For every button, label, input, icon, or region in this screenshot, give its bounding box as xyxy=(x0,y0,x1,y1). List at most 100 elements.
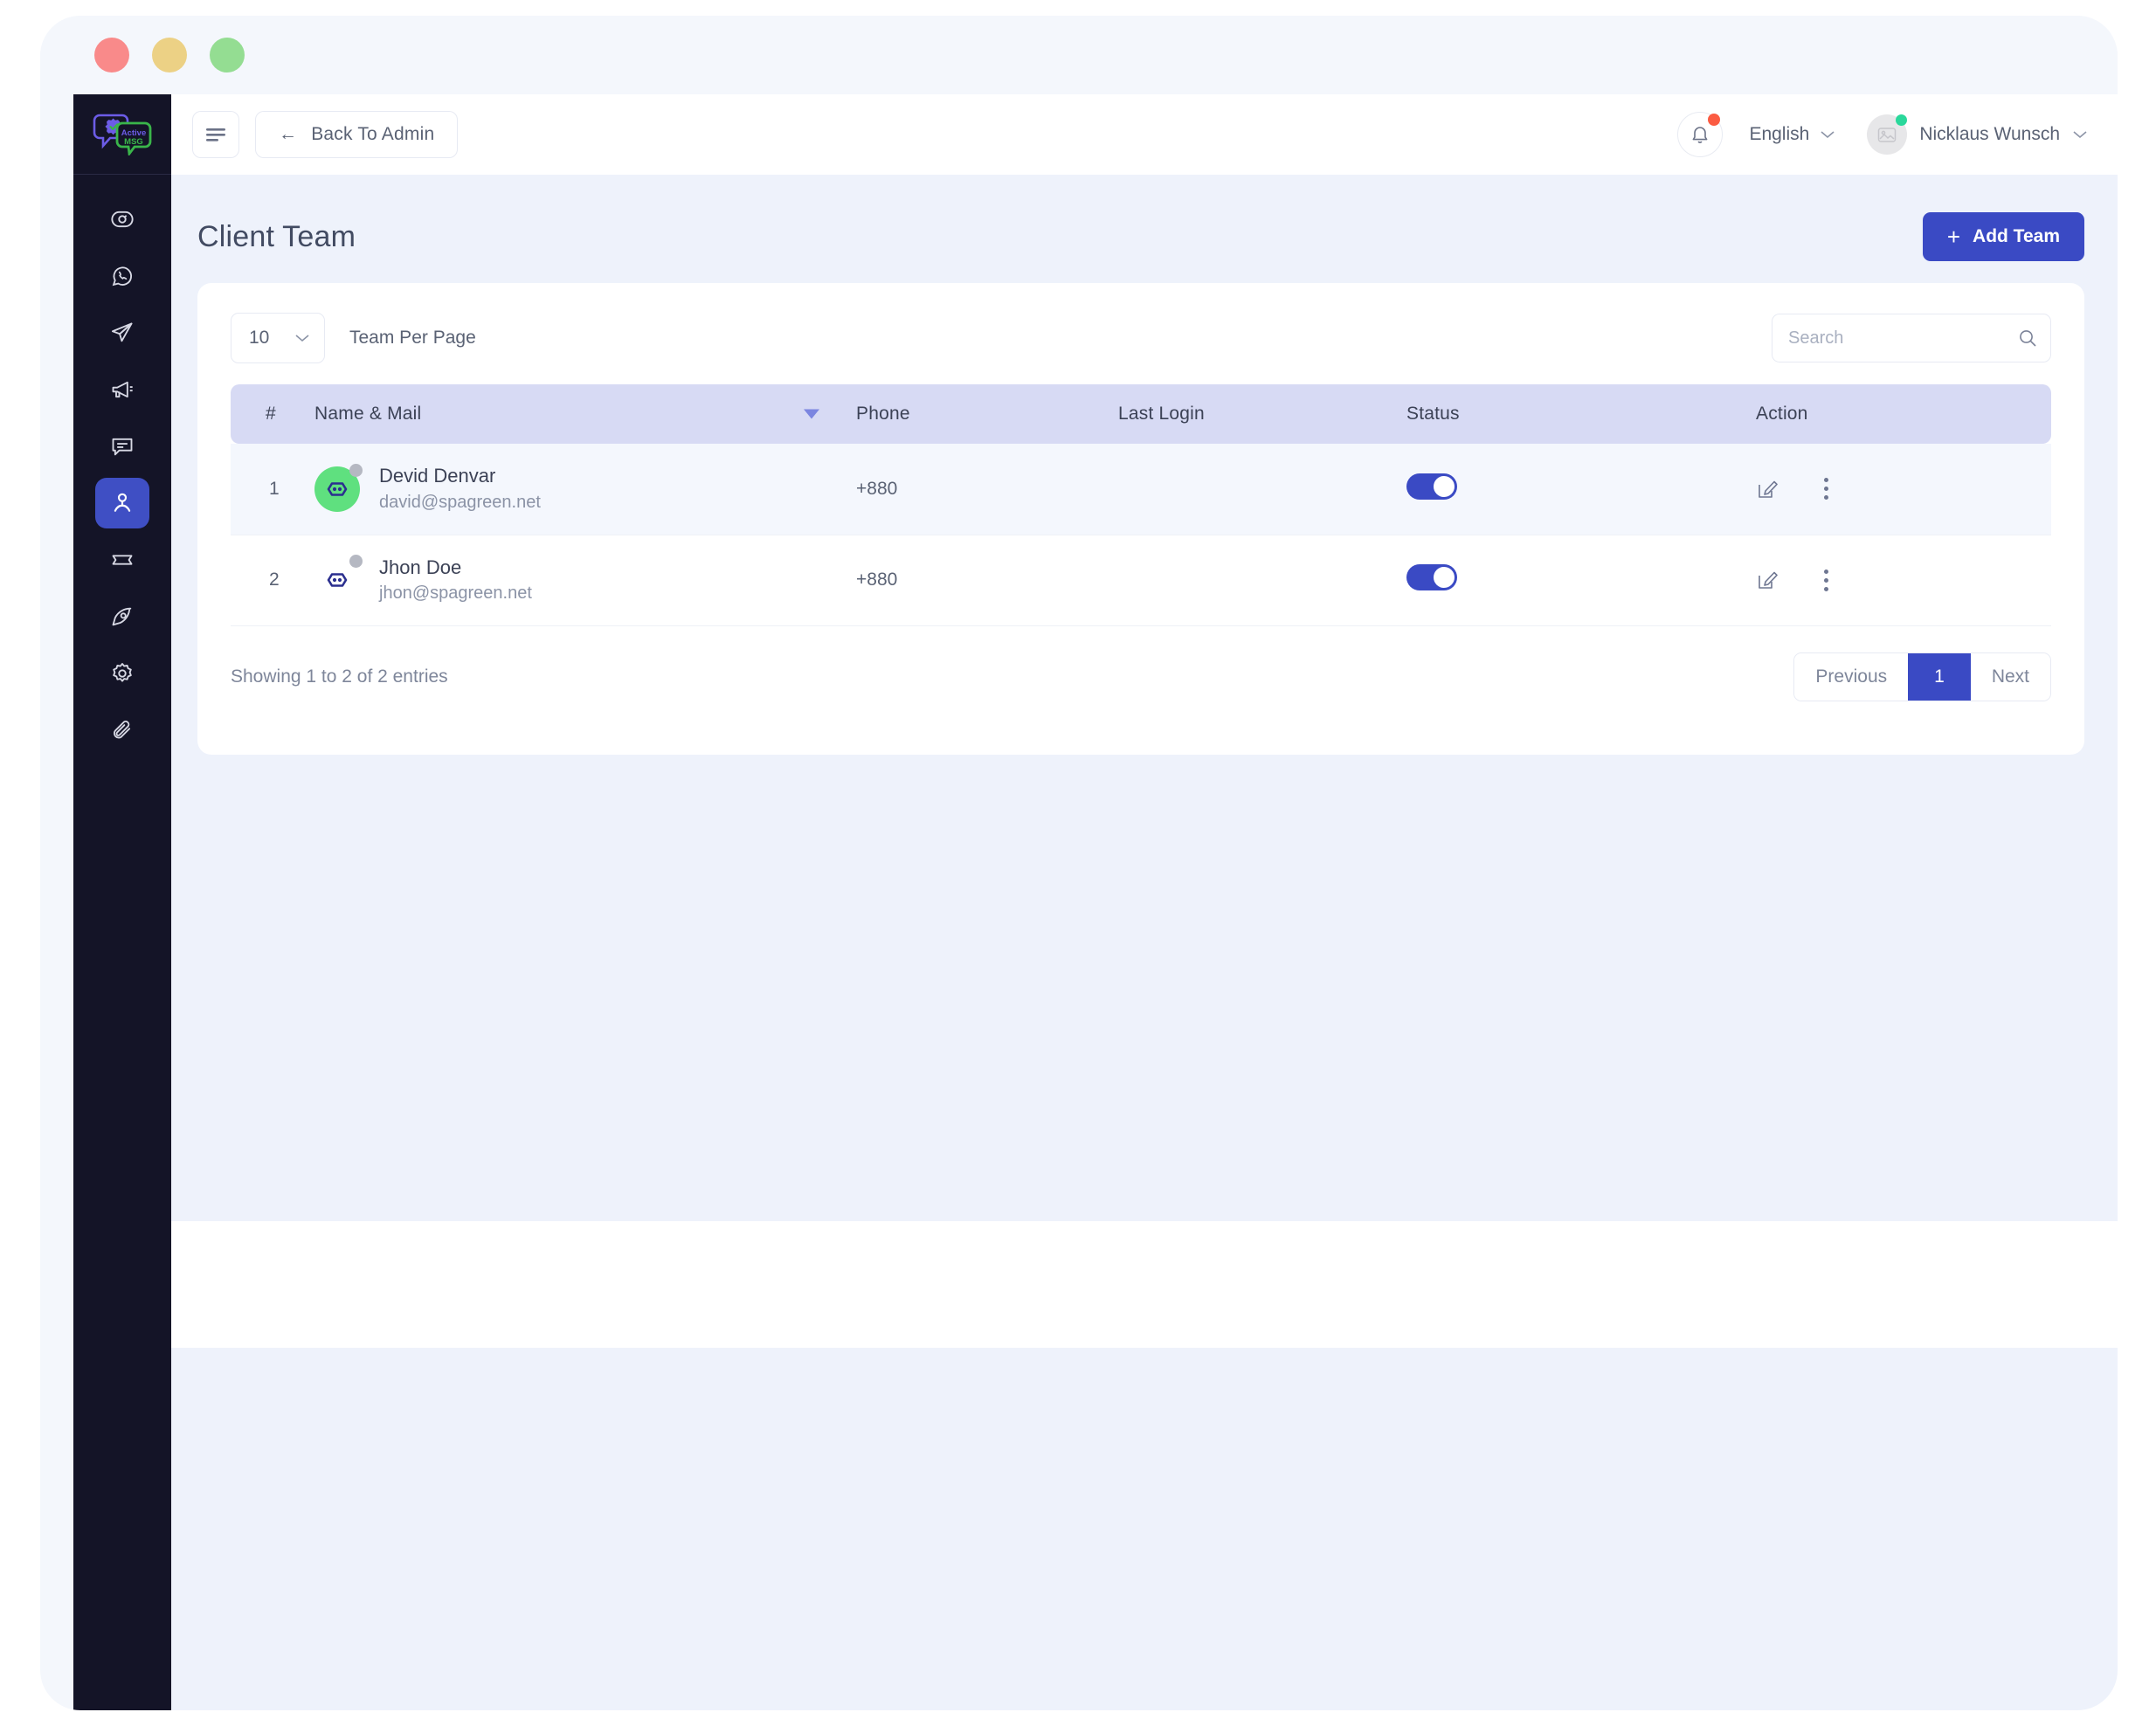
row-name: Jhon Doe xyxy=(379,554,532,582)
row-email: jhon@spagreen.net xyxy=(379,581,532,606)
avatar xyxy=(1867,114,1907,155)
content-gap-band xyxy=(171,1221,2118,1348)
app-logo[interactable]: Active MSG xyxy=(73,94,171,175)
back-arrow-icon: ← xyxy=(279,124,297,145)
table-head: # Name & Mail Phone Last Login Status Ac… xyxy=(231,384,2051,444)
add-team-button[interactable]: + Add Team xyxy=(1923,212,2084,261)
sidebar-item-client-team[interactable] xyxy=(95,478,149,528)
window-titlebar xyxy=(40,16,2118,94)
sidebar-item-whatsapp[interactable] xyxy=(95,251,149,301)
image-placeholder-icon xyxy=(1877,127,1897,143)
row-name-mail: Devid Denvar david@spagreen.net xyxy=(314,444,856,535)
table-row[interactable]: 1 xyxy=(231,444,2051,535)
online-status-dot xyxy=(1896,114,1907,126)
language-selector[interactable]: English xyxy=(1749,124,1835,145)
active-msg-logo-icon: Active MSG xyxy=(89,114,155,155)
status-dot xyxy=(349,464,363,477)
page-content: Client Team + Add Team 10 Team Per Page xyxy=(171,175,2118,1221)
chevron-down-icon xyxy=(2072,129,2088,140)
row-email: david@spagreen.net xyxy=(379,490,541,515)
sidebar-item-dashboard[interactable] xyxy=(95,194,149,245)
notification-button[interactable] xyxy=(1677,112,1723,157)
search-input[interactable] xyxy=(1772,314,2051,362)
sidebar-item-chat[interactable] xyxy=(95,421,149,472)
column-header-last-login[interactable]: Last Login xyxy=(1118,384,1406,444)
table-body: 1 xyxy=(231,444,2051,625)
window-maximize-dot[interactable] xyxy=(210,38,245,72)
sort-descending-icon[interactable] xyxy=(804,410,819,419)
row-action xyxy=(1756,444,2051,535)
column-header-name-mail[interactable]: Name & Mail xyxy=(314,384,856,444)
topbar-right: English Nicklaus Wunsch xyxy=(1677,112,2088,157)
row-status xyxy=(1406,535,1756,625)
sidebar-item-design[interactable] xyxy=(95,591,149,642)
row-index: 1 xyxy=(231,444,314,535)
window-minimize-dot[interactable] xyxy=(152,38,187,72)
plus-icon: + xyxy=(1947,224,1960,251)
search-icon[interactable] xyxy=(2018,328,2037,348)
pagination-page-1[interactable]: 1 xyxy=(1908,653,1971,701)
sidebar-item-attachments[interactable] xyxy=(95,705,149,756)
pagination-previous[interactable]: Previous xyxy=(1794,653,1908,701)
row-name-mail: Jhon Doe jhon@spagreen.net xyxy=(314,535,856,625)
row-phone: +880 xyxy=(856,535,1118,625)
user-name-label: Nicklaus Wunsch xyxy=(1919,124,2060,145)
edit-icon[interactable] xyxy=(1756,569,1779,591)
more-options-icon[interactable] xyxy=(1824,478,1828,500)
pagination-next[interactable]: Next xyxy=(1971,653,2050,701)
sidebar-item-tickets[interactable] xyxy=(95,535,149,585)
column-header-status[interactable]: Status xyxy=(1406,384,1756,444)
user-group-icon xyxy=(109,490,135,516)
row-name: Devid Denvar xyxy=(379,462,541,490)
gear-icon xyxy=(110,661,135,686)
topbar: ← Back To Admin English xyxy=(171,94,2118,175)
chat-icon xyxy=(110,434,135,459)
sidebar-nav xyxy=(95,194,149,762)
client-team-table: # Name & Mail Phone Last Login Status Ac… xyxy=(231,384,2051,626)
avatar xyxy=(314,557,360,603)
logo-text-msg: MSG xyxy=(124,137,143,147)
column-header-action[interactable]: Action xyxy=(1756,384,2051,444)
main-area: ← Back To Admin English xyxy=(171,94,2118,1710)
back-to-admin-button[interactable]: ← Back To Admin xyxy=(255,111,458,158)
whatsapp-icon xyxy=(110,264,135,288)
pagination: Previous 1 Next xyxy=(1793,652,2051,701)
table-footer: Showing 1 to 2 of 2 entries Previous 1 N… xyxy=(231,652,2051,701)
robot-face-icon xyxy=(324,479,350,500)
browser-window: Active MSG xyxy=(40,16,2118,1710)
table-row[interactable]: 2 xyxy=(231,535,2051,625)
table-header-row: # Name & Mail Phone Last Login Status Ac… xyxy=(231,384,2051,444)
chevron-down-icon xyxy=(294,333,310,343)
dashboard-icon xyxy=(110,207,135,231)
window-close-dot[interactable] xyxy=(94,38,129,72)
megaphone-icon xyxy=(110,377,135,402)
sidebar-item-campaign[interactable] xyxy=(95,364,149,415)
row-action xyxy=(1756,535,2051,625)
page-footer-band xyxy=(171,1348,2118,1710)
pen-nib-icon xyxy=(110,604,135,629)
edit-icon[interactable] xyxy=(1756,478,1779,501)
status-toggle[interactable] xyxy=(1406,473,1457,500)
row-phone: +880 xyxy=(856,444,1118,535)
user-menu[interactable]: Nicklaus Wunsch xyxy=(1867,114,2088,155)
bell-icon xyxy=(1690,123,1710,146)
status-toggle[interactable] xyxy=(1406,564,1457,590)
per-page-select[interactable]: 10 xyxy=(231,313,325,363)
row-status xyxy=(1406,444,1756,535)
sidebar: Active MSG xyxy=(73,94,171,1710)
page-header: Client Team + Add Team xyxy=(197,203,2084,271)
notification-badge-dot xyxy=(1708,114,1720,126)
table-toolbar: 10 Team Per Page xyxy=(231,313,2051,363)
sidebar-item-settings[interactable] xyxy=(95,648,149,699)
ticket-icon xyxy=(110,548,135,572)
back-to-admin-label: Back To Admin xyxy=(311,124,434,145)
column-header-phone[interactable]: Phone xyxy=(856,384,1118,444)
row-index: 2 xyxy=(231,535,314,625)
sidebar-toggle-button[interactable] xyxy=(192,111,239,158)
chevron-down-icon xyxy=(1820,129,1835,140)
sidebar-item-telegram[interactable] xyxy=(95,307,149,358)
per-page-value: 10 xyxy=(249,328,269,349)
row-last-login xyxy=(1118,444,1406,535)
more-options-icon[interactable] xyxy=(1824,570,1828,591)
column-header-index[interactable]: # xyxy=(231,384,314,444)
